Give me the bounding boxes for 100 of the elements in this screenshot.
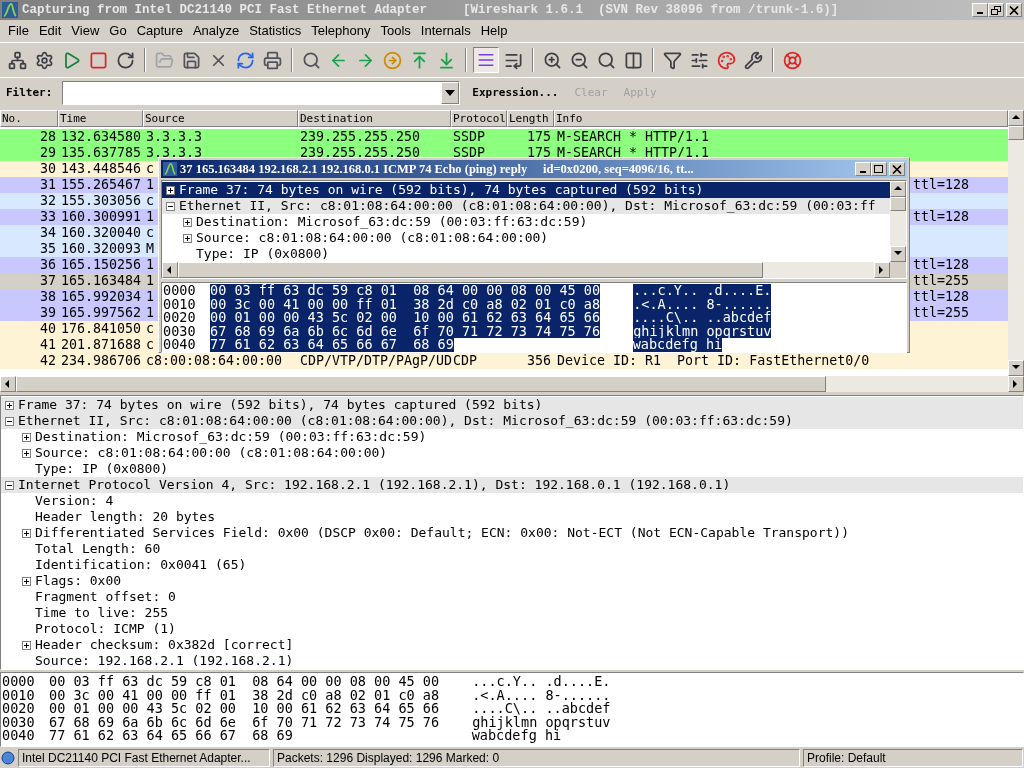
reload-icon[interactable] — [236, 50, 255, 70]
tree-item[interactable]: Fragment offset: 0 — [1, 589, 1023, 605]
tree-item[interactable]: Source: c8:01:08:64:00:00 (c8:01:08:64:00:00) — [162, 230, 890, 246]
hex-bytes[interactable]: 00 03 ff 63 dc 59 c8 01 08 64 00 00 08 00 45 00 — [49, 675, 440, 689]
minus-box-icon[interactable] — [166, 201, 175, 211]
column-header[interactable]: Protocol — [451, 110, 507, 127]
tree-item[interactable]: Destination: Microsof_63:dc:59 (00:03:ff:63:dc:59) — [1, 429, 1023, 445]
column-header[interactable]: Time — [58, 110, 143, 127]
stop-icon[interactable] — [89, 50, 108, 70]
hex-bytes[interactable]: 00 03 ff 63 dc 59 c8 01 08 64 00 00 08 00 45 00 — [210, 284, 601, 298]
minimize-button[interactable] — [855, 162, 871, 176]
plus-box-icon[interactable] — [183, 233, 192, 243]
tree-item[interactable]: Time to live: 255 — [1, 605, 1023, 621]
plus-box-icon[interactable] — [22, 528, 31, 538]
scroll-up-button[interactable] — [1008, 110, 1024, 126]
ascii-text[interactable]: wabcdefg hi — [471, 729, 562, 743]
zoom-reset-icon[interactable] — [597, 50, 616, 70]
scroll-right-button[interactable] — [1008, 376, 1024, 392]
column-header[interactable]: No. — [0, 110, 58, 127]
scrollbar-thumb[interactable] — [16, 376, 826, 392]
list-toggle-button[interactable] — [473, 47, 499, 73]
hex-bytes[interactable]: 67 68 69 6a 6b 6c 6d 6e 6f 70 71 72 73 74 75 76 — [49, 715, 440, 729]
tree-item[interactable]: Type: IP (0x0800) — [1, 461, 1023, 477]
tree-item[interactable]: Type: IP (0x0800) — [162, 246, 890, 262]
plus-box-icon[interactable] — [22, 432, 31, 442]
menu-item[interactable]: Telephony — [306, 21, 376, 41]
tree-item[interactable]: Version: 4 — [1, 493, 1023, 509]
hex-bytes[interactable]: 00 01 00 00 43 5c 02 00 10 00 61 62 63 64 65 66 — [49, 702, 440, 716]
plus-box-icon[interactable] — [5, 400, 14, 410]
tree-item[interactable]: Header length: 20 bytes — [1, 509, 1023, 525]
tree-item[interactable]: Ethernet II, Src: c8:01:08:64:00:00 (c8:01:08:64:00:00), Dst: Microsof_63:dc:59 (00:03:ff — [162, 198, 890, 214]
close-button[interactable] — [889, 162, 905, 176]
tree-item[interactable]: Frame 37: 74 bytes on wire (592 bits), 74 bytes captured (592 bits) — [162, 182, 890, 198]
menu-item[interactable]: Edit — [33, 21, 67, 41]
plus-box-icon[interactable] — [22, 640, 31, 650]
column-header[interactable]: Length — [507, 110, 554, 127]
ascii-text[interactable]: .<.A.... 8-...... — [472, 688, 611, 702]
menu-item[interactable]: Capture — [131, 21, 188, 41]
search-icon[interactable] — [302, 50, 321, 70]
scrollbar-thumb[interactable] — [890, 197, 906, 211]
tree-item[interactable]: Source: c8:01:08:64:00:00 (c8:01:08:64:00:00) — [1, 445, 1023, 461]
ascii-text[interactable]: ...c.Y.. .d....E. — [633, 284, 772, 298]
vertical-scrollbar[interactable] — [1008, 110, 1024, 376]
maximize-button[interactable] — [871, 162, 887, 176]
menu-item[interactable]: Tools — [375, 21, 416, 41]
menu-item[interactable]: Analyze — [187, 21, 245, 41]
gear-icon[interactable] — [35, 50, 54, 70]
restore-button[interactable] — [988, 3, 1004, 17]
columns-icon[interactable] — [624, 50, 643, 70]
tree-item[interactable]: Ethernet II, Src: c8:01:08:64:00:00 (c8:01:08:64:00:00), Dst: Microsof_63:dc:59 (00:03:ff:63:dc:59) — [1, 413, 1023, 429]
minimize-button[interactable] — [972, 3, 988, 17]
scroll-down-button[interactable] — [1008, 360, 1024, 376]
ascii-text[interactable]: ghijklmn opqrstuv — [472, 715, 611, 729]
close-button[interactable] — [1006, 3, 1022, 17]
scroll-up-button[interactable] — [890, 181, 906, 197]
horizontal-scrollbar[interactable] — [162, 262, 890, 278]
plus-box-icon[interactable] — [183, 217, 192, 227]
tree-item[interactable]: Identification: 0x0041 (65) — [1, 557, 1023, 573]
tree-item[interactable]: Total Length: 60 — [1, 541, 1023, 557]
network-icon[interactable] — [8, 50, 27, 70]
menu-item[interactable]: Statistics — [244, 21, 307, 41]
minus-box-icon[interactable] — [5, 480, 14, 490]
column-header[interactable]: Destination — [298, 110, 451, 127]
menu-item[interactable]: File — [3, 21, 34, 41]
filter-field[interactable] — [62, 81, 461, 105]
packet-row[interactable]: 42 234.986706 c8:00:08:64:00:00 CDP/VTP/DTP/PAgP/UD CDP 356 Device ID: R1 Port ID: FastEthernet0/0 — [0, 353, 1008, 369]
menu-item[interactable]: Internals — [415, 21, 476, 41]
tree-item[interactable]: Destination: Microsof_63:dc:59 (00:03:ff:63:dc:59) — [162, 214, 890, 230]
scroll-right-button[interactable] — [874, 262, 890, 278]
minus-box-icon[interactable] — [5, 416, 14, 426]
tree-item[interactable]: Internet Protocol Version 4, Src: 192.168.2.1 (192.168.2.1), Dst: 192.168.0.1 (192.168.0.1) — [1, 477, 1023, 493]
zoom-in-icon[interactable] — [543, 50, 562, 70]
save-icon[interactable] — [182, 50, 201, 70]
tree-item[interactable]: Flags: 0x00 — [1, 573, 1023, 589]
restart-icon[interactable] — [116, 50, 135, 70]
wrench-icon[interactable] — [744, 50, 763, 70]
menu-item[interactable]: Help — [475, 21, 513, 41]
ascii-text[interactable]: ....C\.. ..abcdef — [472, 702, 611, 716]
lifebuoy-icon[interactable] — [783, 50, 802, 70]
horizontal-scrollbar[interactable] — [0, 376, 1024, 392]
ascii-text[interactable]: ....C\.. ..abcdef — [633, 311, 772, 325]
filter-action-button[interactable]: Expression... — [466, 84, 565, 102]
filter-icon[interactable] — [663, 50, 682, 70]
ascii-text[interactable]: wabcdefg hi — [632, 338, 723, 352]
scrollbar-thumb[interactable] — [1008, 126, 1024, 140]
menu-item[interactable]: View — [66, 21, 105, 41]
tree-item[interactable]: Differentiated Services Field: 0x00 (DSCP 0x00: Default; ECN: 0x00: Not-ECT (Not ECN-Capable Transport)) — [1, 525, 1023, 541]
sliders-icon[interactable] — [690, 50, 709, 70]
plus-box-icon[interactable] — [166, 185, 175, 195]
hex-bytes[interactable]: 00 3c 00 41 00 00 ff 01 38 2d c0 a8 02 01 c0 a8 — [49, 688, 440, 702]
dropdown-arrow-icon[interactable] — [445, 90, 456, 96]
tree-item[interactable]: Protocol: ICMP (1) — [1, 621, 1023, 637]
hex-bytes[interactable]: 00 01 00 00 43 5c 02 00 10 00 61 62 63 64 65 66 — [210, 311, 601, 325]
scroll-left-button[interactable] — [162, 262, 178, 278]
ascii-text[interactable]: ...c.Y.. .d....E. — [472, 675, 611, 689]
vertical-scrollbar[interactable] — [890, 181, 906, 262]
column-header[interactable]: Source — [143, 110, 298, 127]
packet-row[interactable]: 28 132.634580 3.3.3.3 239.255.255.250 SSDP 175 M-SEARCH * HTTP/1.1 — [0, 129, 1008, 145]
column-header[interactable]: Info — [554, 110, 1008, 127]
hex-bytes[interactable]: 77 61 62 63 64 65 66 67 68 69 — [210, 338, 454, 352]
